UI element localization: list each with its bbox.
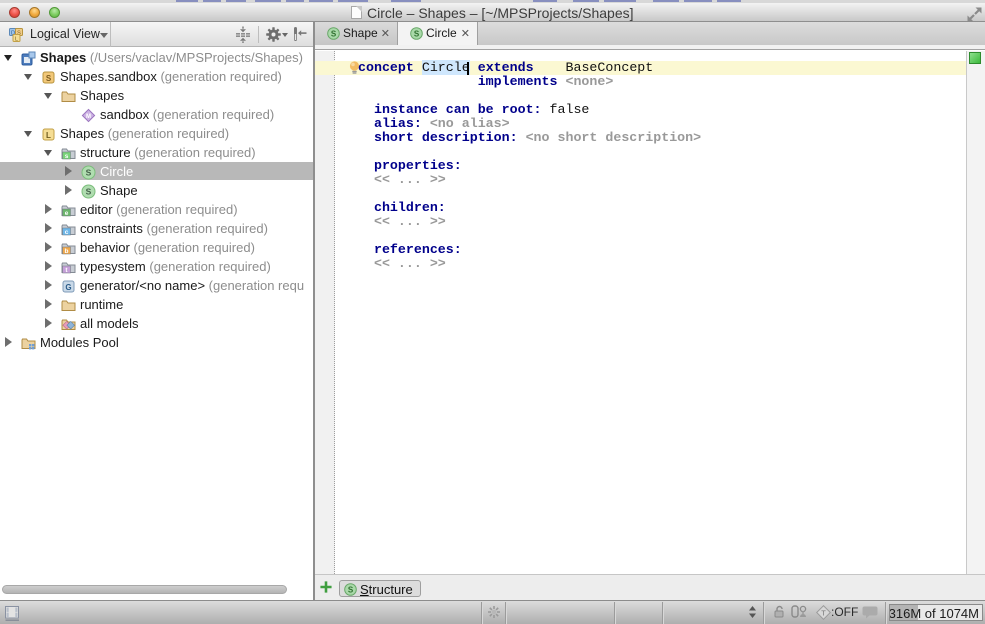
svg-text:S: S [86,167,92,177]
svg-text:b: b [65,248,69,255]
svg-text:L: L [46,131,51,140]
svg-text:G: G [65,283,71,292]
svg-text:S: S [46,74,52,83]
svg-text:M: M [86,114,91,120]
svg-text:S: S [86,186,92,196]
svg-text:e: e [65,210,69,217]
svg-text:c: c [65,229,69,236]
svg-text:S: S [348,585,354,594]
svg-text:T: T [821,608,826,617]
svg-text:s: s [65,153,69,160]
svg-text:S: S [414,29,420,38]
svg-text:S: S [331,29,337,38]
svg-text:L: L [15,36,18,42]
